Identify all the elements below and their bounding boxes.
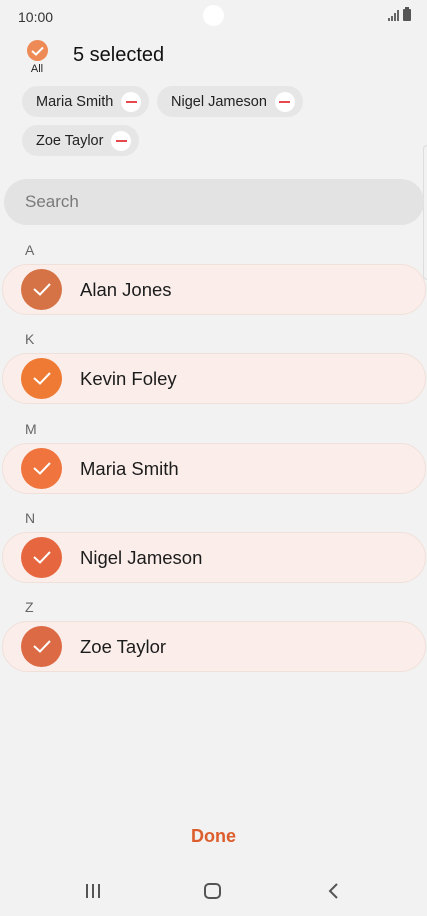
chip-label: Maria Smith [36,93,114,110]
check-icon[interactable] [21,626,62,667]
check-icon[interactable] [21,448,62,489]
chip-maria-smith: Maria Smith [22,86,150,117]
contact-row[interactable]: Maria Smith [2,443,426,494]
signal-icon [388,9,399,21]
search-input[interactable] [4,179,424,225]
contact-name: Kevin Foley [80,367,177,389]
back-icon[interactable] [327,882,339,905]
selected-count: 5 selected [73,44,165,66]
recent-apps-icon[interactable] [86,884,100,898]
status-time: 10:00 [18,9,54,25]
battery-icon [403,7,411,21]
contact-row[interactable]: Kevin Foley [2,353,426,404]
contact-name: Alan Jones [80,278,172,300]
done-button[interactable]: Done [0,826,427,847]
status-icons [388,7,411,21]
select-all-check-icon [26,40,48,61]
chip-label: Nigel Jameson [171,93,267,110]
remove-icon[interactable] [111,130,132,151]
check-icon[interactable] [21,358,62,399]
navigation-bar [0,868,427,914]
section-header: N [25,510,36,526]
contact-row[interactable]: Alan Jones [2,264,426,315]
chip-label: Zoe Taylor [36,132,104,149]
camera-cutout [203,5,224,26]
search-bar [4,179,424,225]
remove-icon[interactable] [274,91,295,112]
select-all-label: All [30,63,44,75]
section-header: M [25,421,37,437]
select-all-toggle[interactable]: All [24,40,50,75]
section-header: K [25,331,35,347]
section-header: A [25,242,35,258]
contact-row[interactable]: Nigel Jameson [2,532,426,583]
home-icon[interactable] [204,883,221,899]
check-icon[interactable] [21,269,62,310]
contact-name: Maria Smith [80,457,179,479]
contact-name: Zoe Taylor [80,635,167,657]
chip-nigel-jameson: Nigel Jameson [157,86,303,117]
check-icon[interactable] [21,537,62,578]
status-bar: 10:00 [0,0,427,34]
contact-name: Nigel Jameson [80,546,203,568]
remove-icon[interactable] [121,91,142,112]
section-header: Z [25,599,34,615]
contact-row[interactable]: Zoe Taylor [2,621,426,672]
chip-zoe-taylor: Zoe Taylor [22,125,140,156]
